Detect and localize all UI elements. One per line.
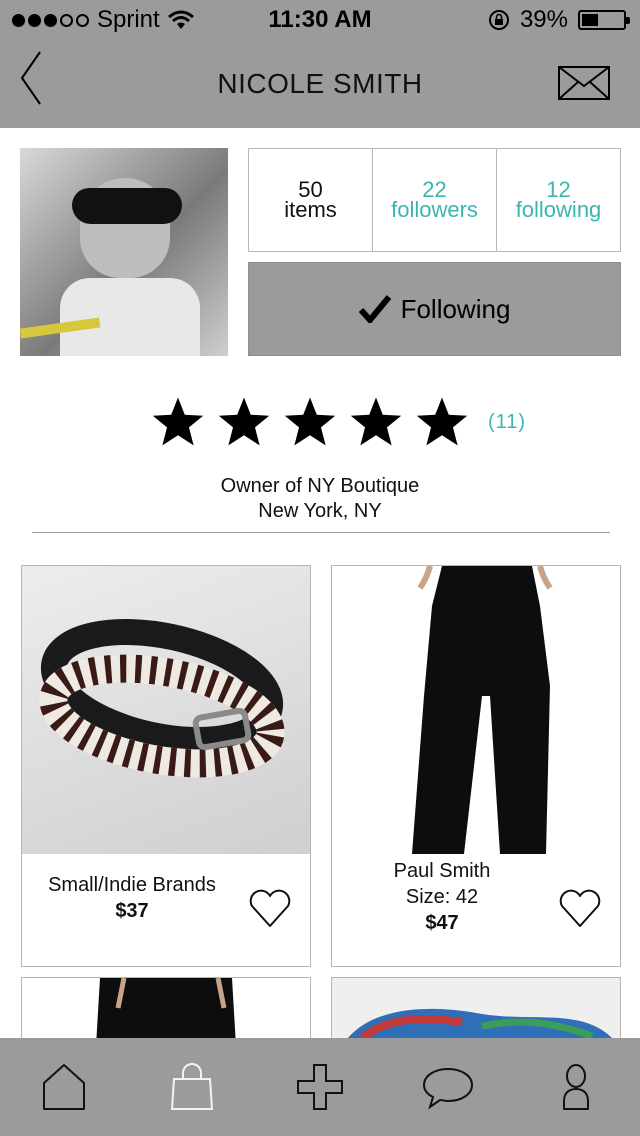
product-brand: Paul Smith	[393, 860, 491, 882]
star-icon	[152, 397, 204, 446]
product-text: Paul Smith Size: 42 $47	[332, 858, 552, 936]
product-card[interactable]: Paul Smith Size: 42 $47	[331, 565, 621, 967]
battery-icon	[578, 10, 630, 30]
person-icon	[563, 1064, 589, 1110]
tab-bar	[0, 1038, 640, 1136]
tab-profile[interactable]	[546, 1057, 606, 1117]
following-button-label: Following	[400, 293, 511, 324]
plus-icon	[297, 1064, 343, 1110]
star-icon	[350, 397, 402, 446]
product-size: Size: 42	[405, 886, 479, 908]
star-icon	[416, 397, 468, 446]
product-image-scarf[interactable]	[332, 978, 620, 1046]
product-card[interactable]	[331, 977, 621, 1047]
bio-line-1: Owner of NY Boutique	[220, 475, 420, 497]
product-card[interactable]	[21, 977, 311, 1047]
page-title: NICOLE SMITH	[217, 68, 423, 99]
status-bar: Sprint 11:30 AM 39%	[0, 0, 640, 40]
mail-icon[interactable]	[558, 66, 610, 100]
heart-icon[interactable]	[248, 886, 292, 930]
bio-line-2: New York, NY	[258, 500, 382, 522]
tab-home[interactable]	[34, 1057, 94, 1117]
profile-bio: Owner of NY Boutique New York, NY	[0, 474, 640, 524]
checkmark-icon	[358, 295, 391, 323]
product-info: Small/Indie Brands $37	[22, 854, 310, 966]
battery-percent: 39%	[519, 6, 568, 33]
product-image-belt[interactable]	[22, 566, 310, 854]
product-price: $37	[115, 900, 149, 922]
profile-stats: 50 items 22 followers 12 following	[248, 148, 621, 252]
rotation-lock-icon	[488, 10, 509, 30]
star-icon	[218, 397, 270, 446]
heart-icon[interactable]	[558, 886, 602, 930]
divider	[32, 532, 610, 533]
home-icon	[43, 1064, 85, 1110]
product-brand: Small/Indie Brands	[48, 874, 216, 896]
nav-bar: NICOLE SMITH	[0, 40, 640, 128]
product-text: Small/Indie Brands $37	[22, 872, 242, 924]
product-image-top[interactable]	[22, 978, 310, 1046]
stat-followers-label: followers	[391, 197, 478, 222]
stat-items-label: items	[284, 197, 337, 222]
rating-count[interactable]: (11)	[488, 411, 526, 434]
stat-items[interactable]: 50 items	[249, 149, 373, 251]
star-icon	[284, 397, 336, 446]
chat-bubble-icon	[422, 1067, 474, 1110]
tab-add[interactable]	[290, 1057, 350, 1117]
shopping-bag-icon	[170, 1063, 214, 1110]
battery-area: 39%	[488, 6, 630, 34]
product-info: Paul Smith Size: 42 $47	[332, 854, 620, 966]
product-image-pants[interactable]	[332, 566, 620, 854]
stat-followers[interactable]: 22 followers	[373, 149, 497, 251]
profile-avatar[interactable]	[20, 148, 228, 356]
stat-following[interactable]: 12 following	[497, 149, 620, 251]
tab-shop[interactable]	[162, 1057, 222, 1117]
stat-following-label: following	[515, 197, 602, 222]
tab-messages[interactable]	[418, 1057, 478, 1117]
product-card[interactable]: Small/Indie Brands $37	[21, 565, 311, 967]
rating-stars[interactable]: (11)	[150, 394, 526, 450]
following-button[interactable]: Following	[248, 262, 621, 356]
product-price: $47	[425, 912, 459, 934]
